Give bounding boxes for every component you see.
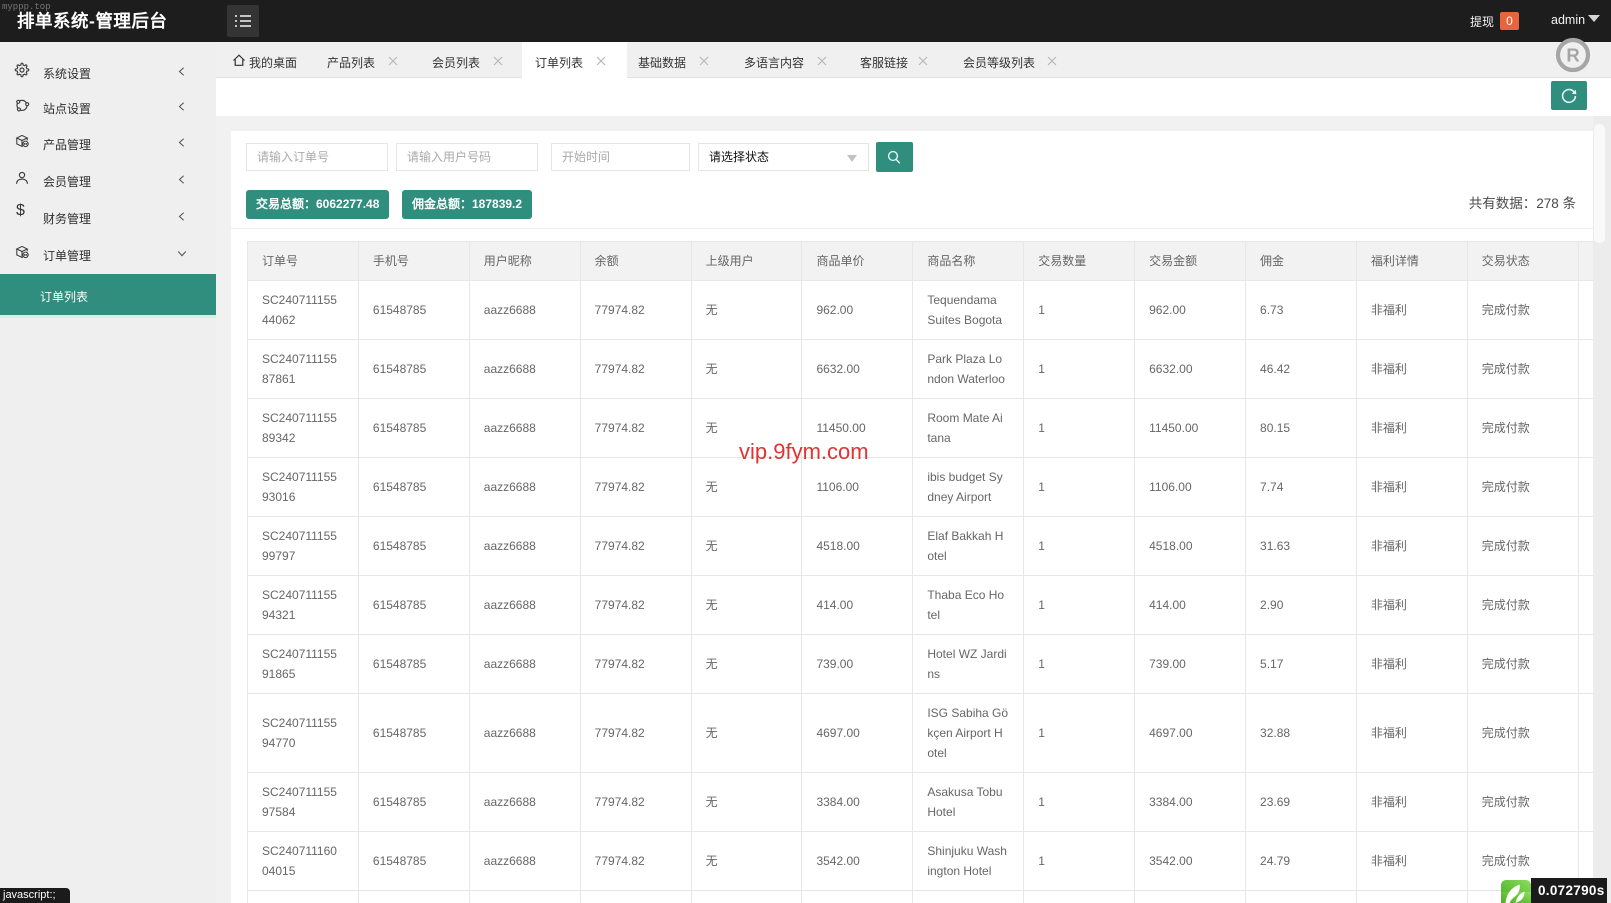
svg-text:R: R: [1566, 45, 1579, 66]
